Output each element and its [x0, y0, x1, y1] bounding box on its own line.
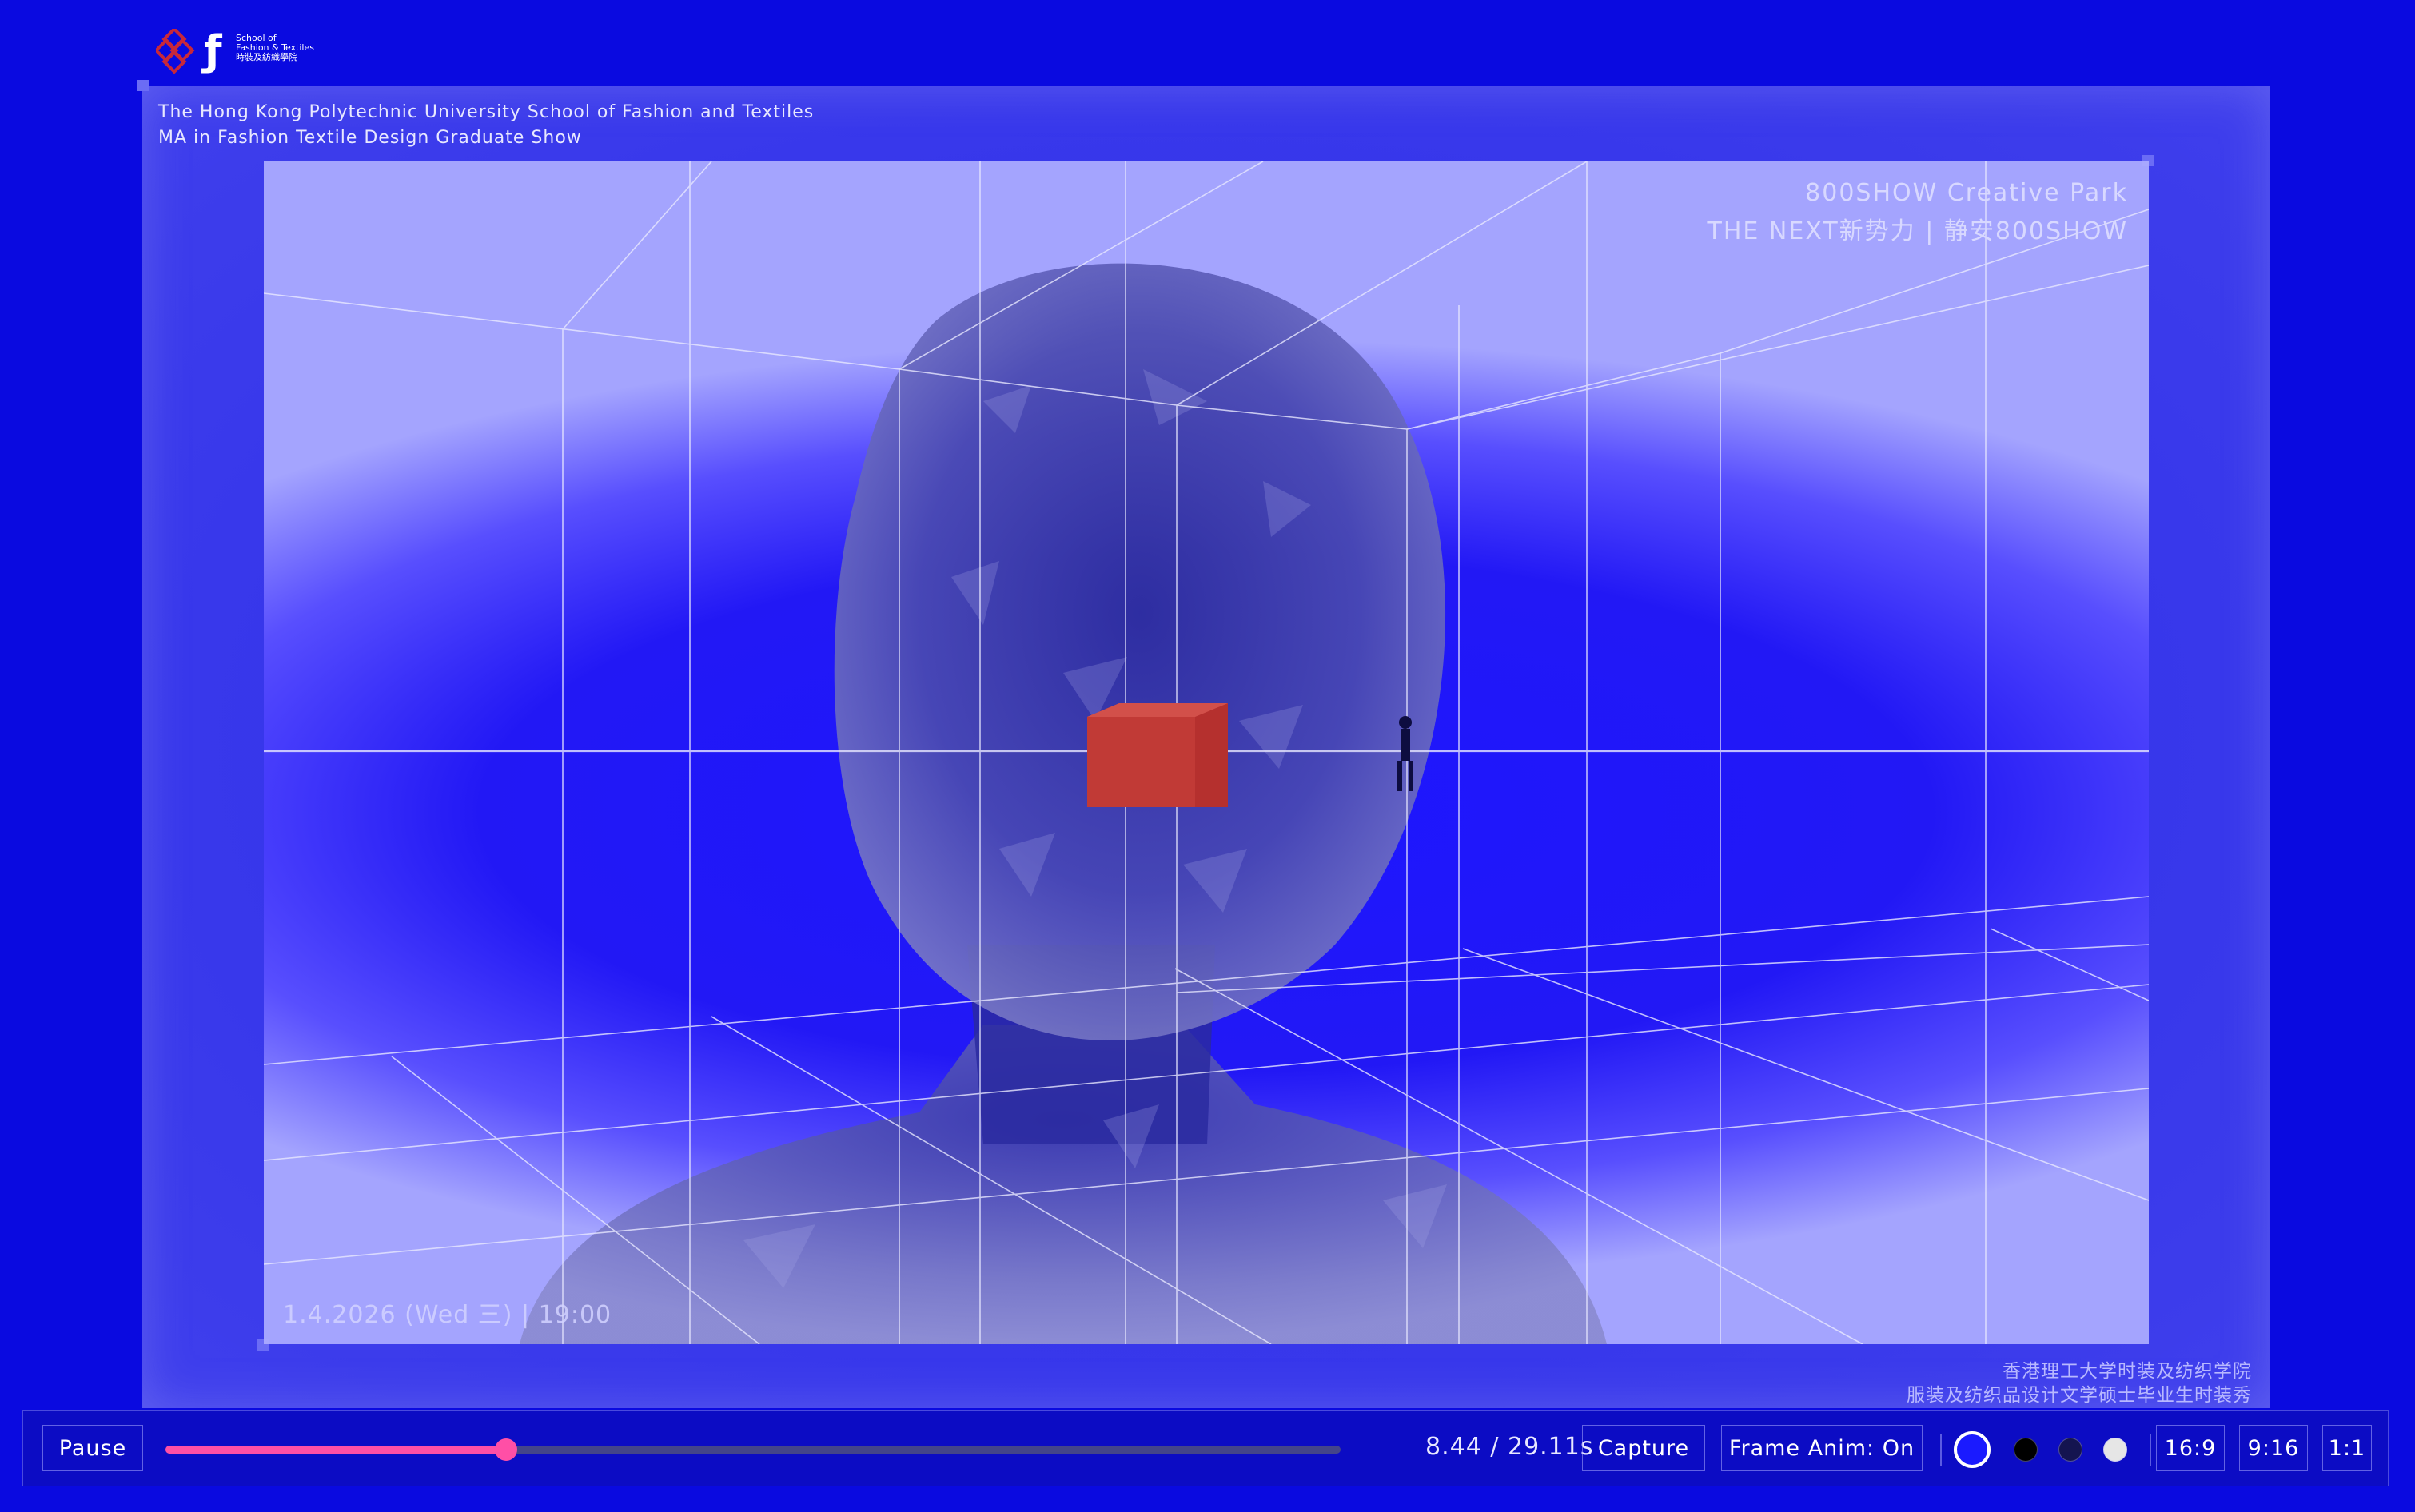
player-controls: Pause 8.44 / 29.11s Capture Frame Anim: …: [22, 1410, 2389, 1486]
timeline-progress: [165, 1446, 507, 1454]
bust-head: [834, 263, 1446, 1040]
preview-canvas[interactable]: 800SHOW Creative Park THE NEXT新势力 | 静安80…: [264, 161, 2149, 1344]
ratio-9-16-button[interactable]: 9:16: [2239, 1425, 2308, 1471]
theme-swatch-navy[interactable]: [2058, 1438, 2082, 1462]
divider: [1940, 1434, 1942, 1466]
scene-render: [264, 161, 2149, 1344]
corner-marker: [137, 80, 149, 91]
polyu-lattice-icon: [156, 29, 195, 74]
venue-name: 800SHOW Creative Park: [1805, 179, 2128, 207]
red-cube: [1087, 703, 1228, 807]
theme-swatch-black[interactable]: [2014, 1438, 2038, 1462]
header-title: The Hong Kong Polytechnic University Sch…: [158, 102, 815, 122]
credit-cn-line2: 服装及纺织品设计文学硕士毕业生时装秀: [1907, 1385, 2252, 1406]
header-subtitle: MA in Fashion Textile Design Graduate Sh…: [158, 128, 582, 148]
frame-anim-toggle[interactable]: Frame Anim: On: [1721, 1425, 1923, 1471]
time-display: 8.44 / 29.11s: [1425, 1433, 1594, 1461]
event-date: 1.4.2026 (Wed 三) | 19:00: [283, 1301, 612, 1329]
theme-swatch-white[interactable]: [2103, 1438, 2127, 1462]
theme-swatch-blue[interactable]: [1954, 1431, 1991, 1468]
timeline-handle[interactable]: [495, 1438, 518, 1461]
ratio-1-1-button[interactable]: 1:1: [2322, 1425, 2372, 1471]
venue-event: THE NEXT新势力 | 静安800SHOW: [1707, 217, 2128, 245]
credit-cn-line1: 香港理工大学时装及纺织学院: [2003, 1361, 2252, 1382]
fashion-f-icon: ƒ: [204, 27, 222, 75]
ratio-16-9-button[interactable]: 16:9: [2156, 1425, 2225, 1471]
pause-button[interactable]: Pause: [42, 1425, 143, 1471]
capture-button[interactable]: Capture: [1582, 1425, 1705, 1471]
divider: [2150, 1434, 2151, 1466]
logo-text: School of Fashion & Textiles 時裝及紡織學院: [236, 33, 314, 62]
school-logo: ƒ School of Fashion & Textiles 時裝及紡織學院: [156, 29, 340, 75]
timeline-slider[interactable]: [165, 1438, 1341, 1461]
